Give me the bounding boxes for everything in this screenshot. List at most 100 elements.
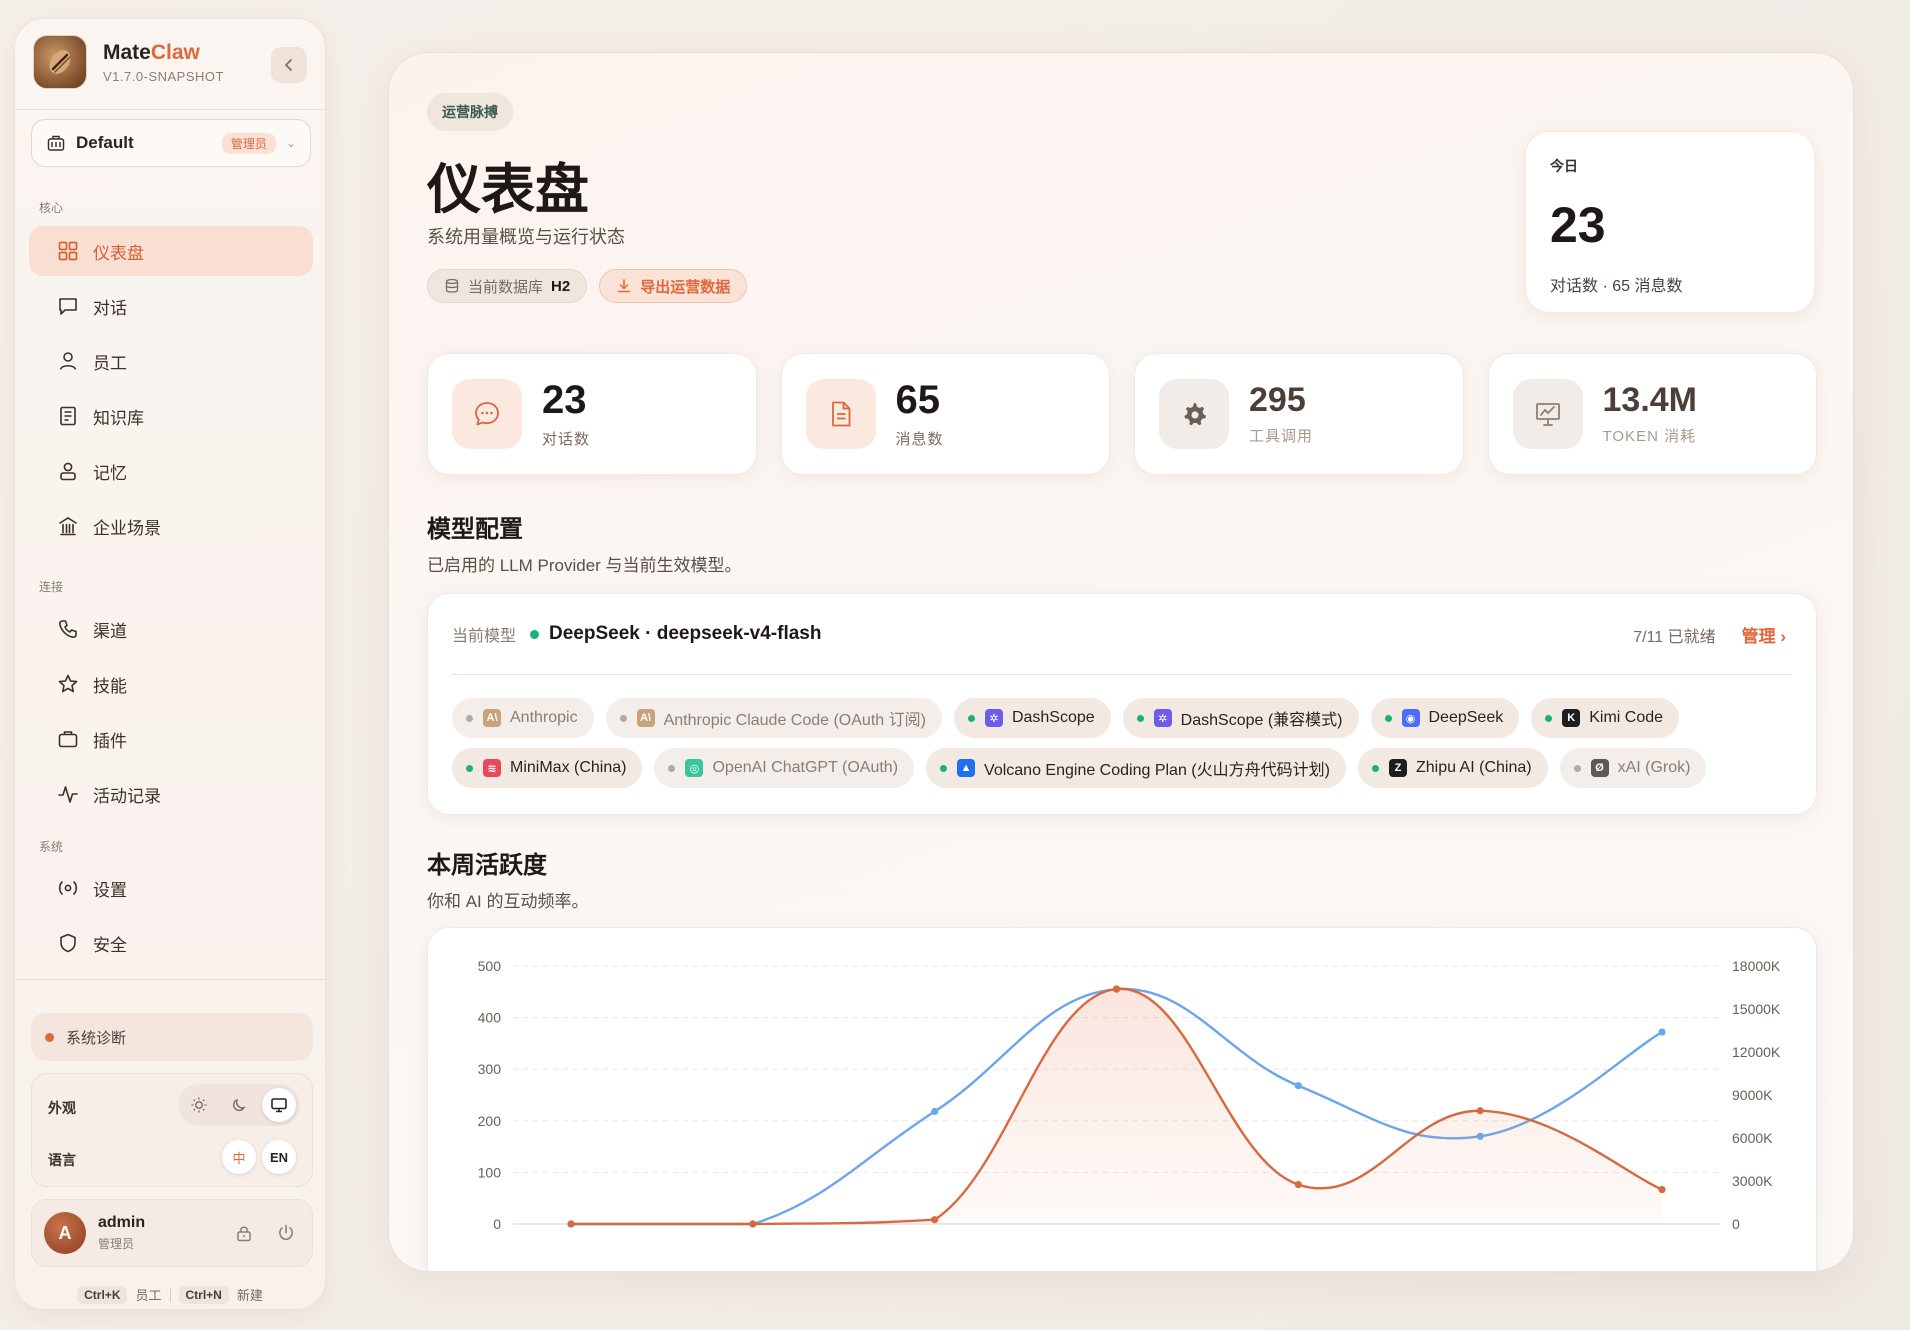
provider-name: OpenAI ChatGPT (OAuth) — [712, 759, 899, 776]
current-model-label: 当前模型 — [452, 628, 517, 645]
chat-bubble-icon — [452, 379, 522, 449]
provider-name: DashScope (兼容模式) — [1180, 712, 1343, 729]
chevron-down-icon: ⌄ — [285, 136, 296, 150]
status-dot — [668, 764, 676, 772]
data-point — [931, 1107, 939, 1116]
sidebar-item-plugins[interactable]: 插件 — [29, 714, 313, 764]
sidebar-item-label: 对话 — [93, 298, 127, 318]
provider-chip[interactable]: ▲ Volcano Engine Coding Plan (火山方舟代码计划) — [926, 748, 1346, 788]
workspace-name: Default — [76, 133, 134, 152]
provider-chip[interactable]: A\ Anthropic — [452, 698, 594, 738]
claw-logo-icon — [49, 50, 71, 74]
sidebar-item-employees[interactable]: 员工 — [29, 336, 313, 386]
stat-value: 23 — [542, 377, 587, 422]
language-zh-button[interactable]: 中 — [222, 1140, 256, 1174]
user-card: A admin 管理员 — [31, 1199, 313, 1267]
brand: MateClaw V1.7.0-SNAPSHOT — [33, 35, 224, 89]
provider-name: Kimi Code — [1589, 709, 1664, 726]
provider-logo-icon: A\ — [636, 709, 655, 727]
stat-value: 295 — [1249, 380, 1306, 419]
database-icon — [445, 278, 459, 293]
model-config-card: 当前模型 DeepSeek · deepseek-v4-flash 7/11 已… — [427, 593, 1817, 815]
provider-logo-icon: K — [1562, 709, 1581, 727]
provider-logo-icon: ✲ — [1153, 709, 1172, 727]
nav-group-system: 系统 — [39, 840, 64, 854]
provider-chip[interactable]: ◎ OpenAI ChatGPT (OAuth) — [654, 748, 915, 788]
export-data-button[interactable]: 导出运营数据 — [599, 269, 748, 303]
database-label: 当前数据库 — [468, 278, 544, 296]
sidebar-item-memory[interactable]: 记忆 — [29, 446, 313, 496]
sidebar-item-channels[interactable]: 渠道 — [29, 604, 313, 654]
workspace-selector[interactable]: Default 管理员 ⌄ — [31, 119, 311, 167]
nav-group-connect: 连接 — [39, 580, 64, 594]
y2-tick-label: 0 — [1732, 1216, 1740, 1232]
manage-link[interactable]: 管理 › — [1742, 622, 1786, 647]
section-tag: 运营脉搏 — [427, 93, 513, 131]
sidebar-item-chat[interactable]: 对话 — [29, 281, 313, 331]
sidebar-item-label: 插件 — [93, 731, 127, 751]
avatar[interactable]: A — [44, 1212, 86, 1254]
sidebar-item-dashboard[interactable]: 仪表盘 — [29, 226, 313, 276]
language-toggle: 中 EN — [218, 1136, 300, 1178]
provider-chip[interactable]: Z Zhipu AI (China) — [1357, 748, 1548, 788]
brand-version: V1.7.0-SNAPSHOT — [103, 68, 224, 84]
shortcut-key: Ctrl+K — [77, 1285, 128, 1304]
keyboard-shortcuts: Ctrl+K 员工 Ctrl+N 新建 — [15, 1285, 325, 1304]
sidebar-item-settings[interactable]: 设置 — [29, 863, 313, 913]
data-point — [1112, 985, 1121, 993]
diagnostics-label: 系统诊断 — [66, 1029, 127, 1047]
divider — [452, 674, 1792, 675]
language-en-button[interactable]: EN — [262, 1140, 296, 1174]
provider-chip[interactable]: K Kimi Code — [1531, 698, 1680, 738]
system-diagnostics-button[interactable]: 系统诊断 — [31, 1013, 313, 1061]
y-tick-label: 500 — [478, 958, 502, 974]
activity-chart: 0 100 200 300 400 500 0 3000K 6000K 9000K 12000K 15… — [478, 958, 1781, 1232]
star-icon — [58, 674, 78, 693]
sidebar-item-label: 员工 — [93, 353, 127, 373]
brand-logo — [33, 35, 87, 89]
sidebar-item-knowledge[interactable]: 知识库 — [29, 391, 313, 441]
provider-chip[interactable]: ØxAI (Grok) — [1559, 748, 1707, 788]
light-theme-button[interactable] — [182, 1088, 216, 1122]
power-icon[interactable] — [276, 1223, 296, 1243]
y-tick-label: 100 — [478, 1164, 502, 1180]
provider-chip[interactable]: A\ Anthropic Claude Code (OAuth 订阅) — [605, 698, 942, 738]
system-theme-button[interactable] — [262, 1088, 296, 1122]
activity-section-title: 本周活跃度 — [427, 852, 547, 879]
preferences-panel: 外观 语言 中 EN — [31, 1073, 313, 1187]
status-dot — [1384, 714, 1392, 722]
data-point — [1294, 1180, 1302, 1189]
provider-logo-icon: ◎ — [685, 759, 704, 777]
provider-logo-icon: ≋ — [483, 759, 501, 777]
y-tick-label: 300 — [478, 1061, 502, 1077]
sidebar-item-label: 设置 — [93, 880, 127, 900]
sidebar-item-label: 渠道 — [93, 621, 127, 641]
today-value: 23 — [1550, 197, 1606, 253]
data-point — [1658, 1186, 1666, 1194]
status-dot — [1136, 714, 1144, 722]
sidebar-item-skills[interactable]: 技能 — [29, 659, 313, 709]
provider-chip[interactable]: ≋ MiniMax (China) — [452, 748, 643, 788]
sidebar-item-activity[interactable]: 活动记录 — [29, 769, 313, 819]
provider-name: DeepSeek — [1428, 709, 1504, 726]
today-summary-card: 今日 23 对话数 · 65 消息数 — [1525, 131, 1815, 313]
stats-row: 23 对话数 65 消息数 295 工具调用 13.4M TOKEN 消耗 — [427, 353, 1817, 475]
collapse-sidebar-button[interactable] — [271, 47, 307, 83]
dark-theme-button[interactable] — [222, 1088, 256, 1122]
monitor-icon — [271, 1098, 287, 1113]
provider-chip[interactable]: ✲ DashScope — [953, 698, 1111, 738]
provider-chip[interactable]: ✲ DashScope (兼容模式) — [1122, 698, 1359, 738]
data-point — [1476, 1107, 1484, 1115]
sidebar-item-label: 活动记录 — [93, 786, 161, 806]
lock-icon[interactable] — [234, 1223, 254, 1243]
stat-value: 65 — [895, 377, 941, 422]
sidebar-item-security[interactable]: 安全 — [29, 918, 313, 968]
status-dot — [619, 714, 627, 722]
sidebar: MateClaw V1.7.0-SNAPSHOT Default 管理员 ⌄ 核… — [14, 18, 326, 1310]
status-dot — [530, 629, 540, 639]
stat-label: 对话数 — [542, 430, 591, 448]
sidebar-item-enterprise[interactable]: 企业场景 — [29, 501, 313, 551]
ready-count: 7/11 已就绪 — [1633, 628, 1716, 646]
download-icon — [617, 279, 631, 293]
provider-chip[interactable]: ◉ DeepSeek — [1370, 698, 1520, 738]
